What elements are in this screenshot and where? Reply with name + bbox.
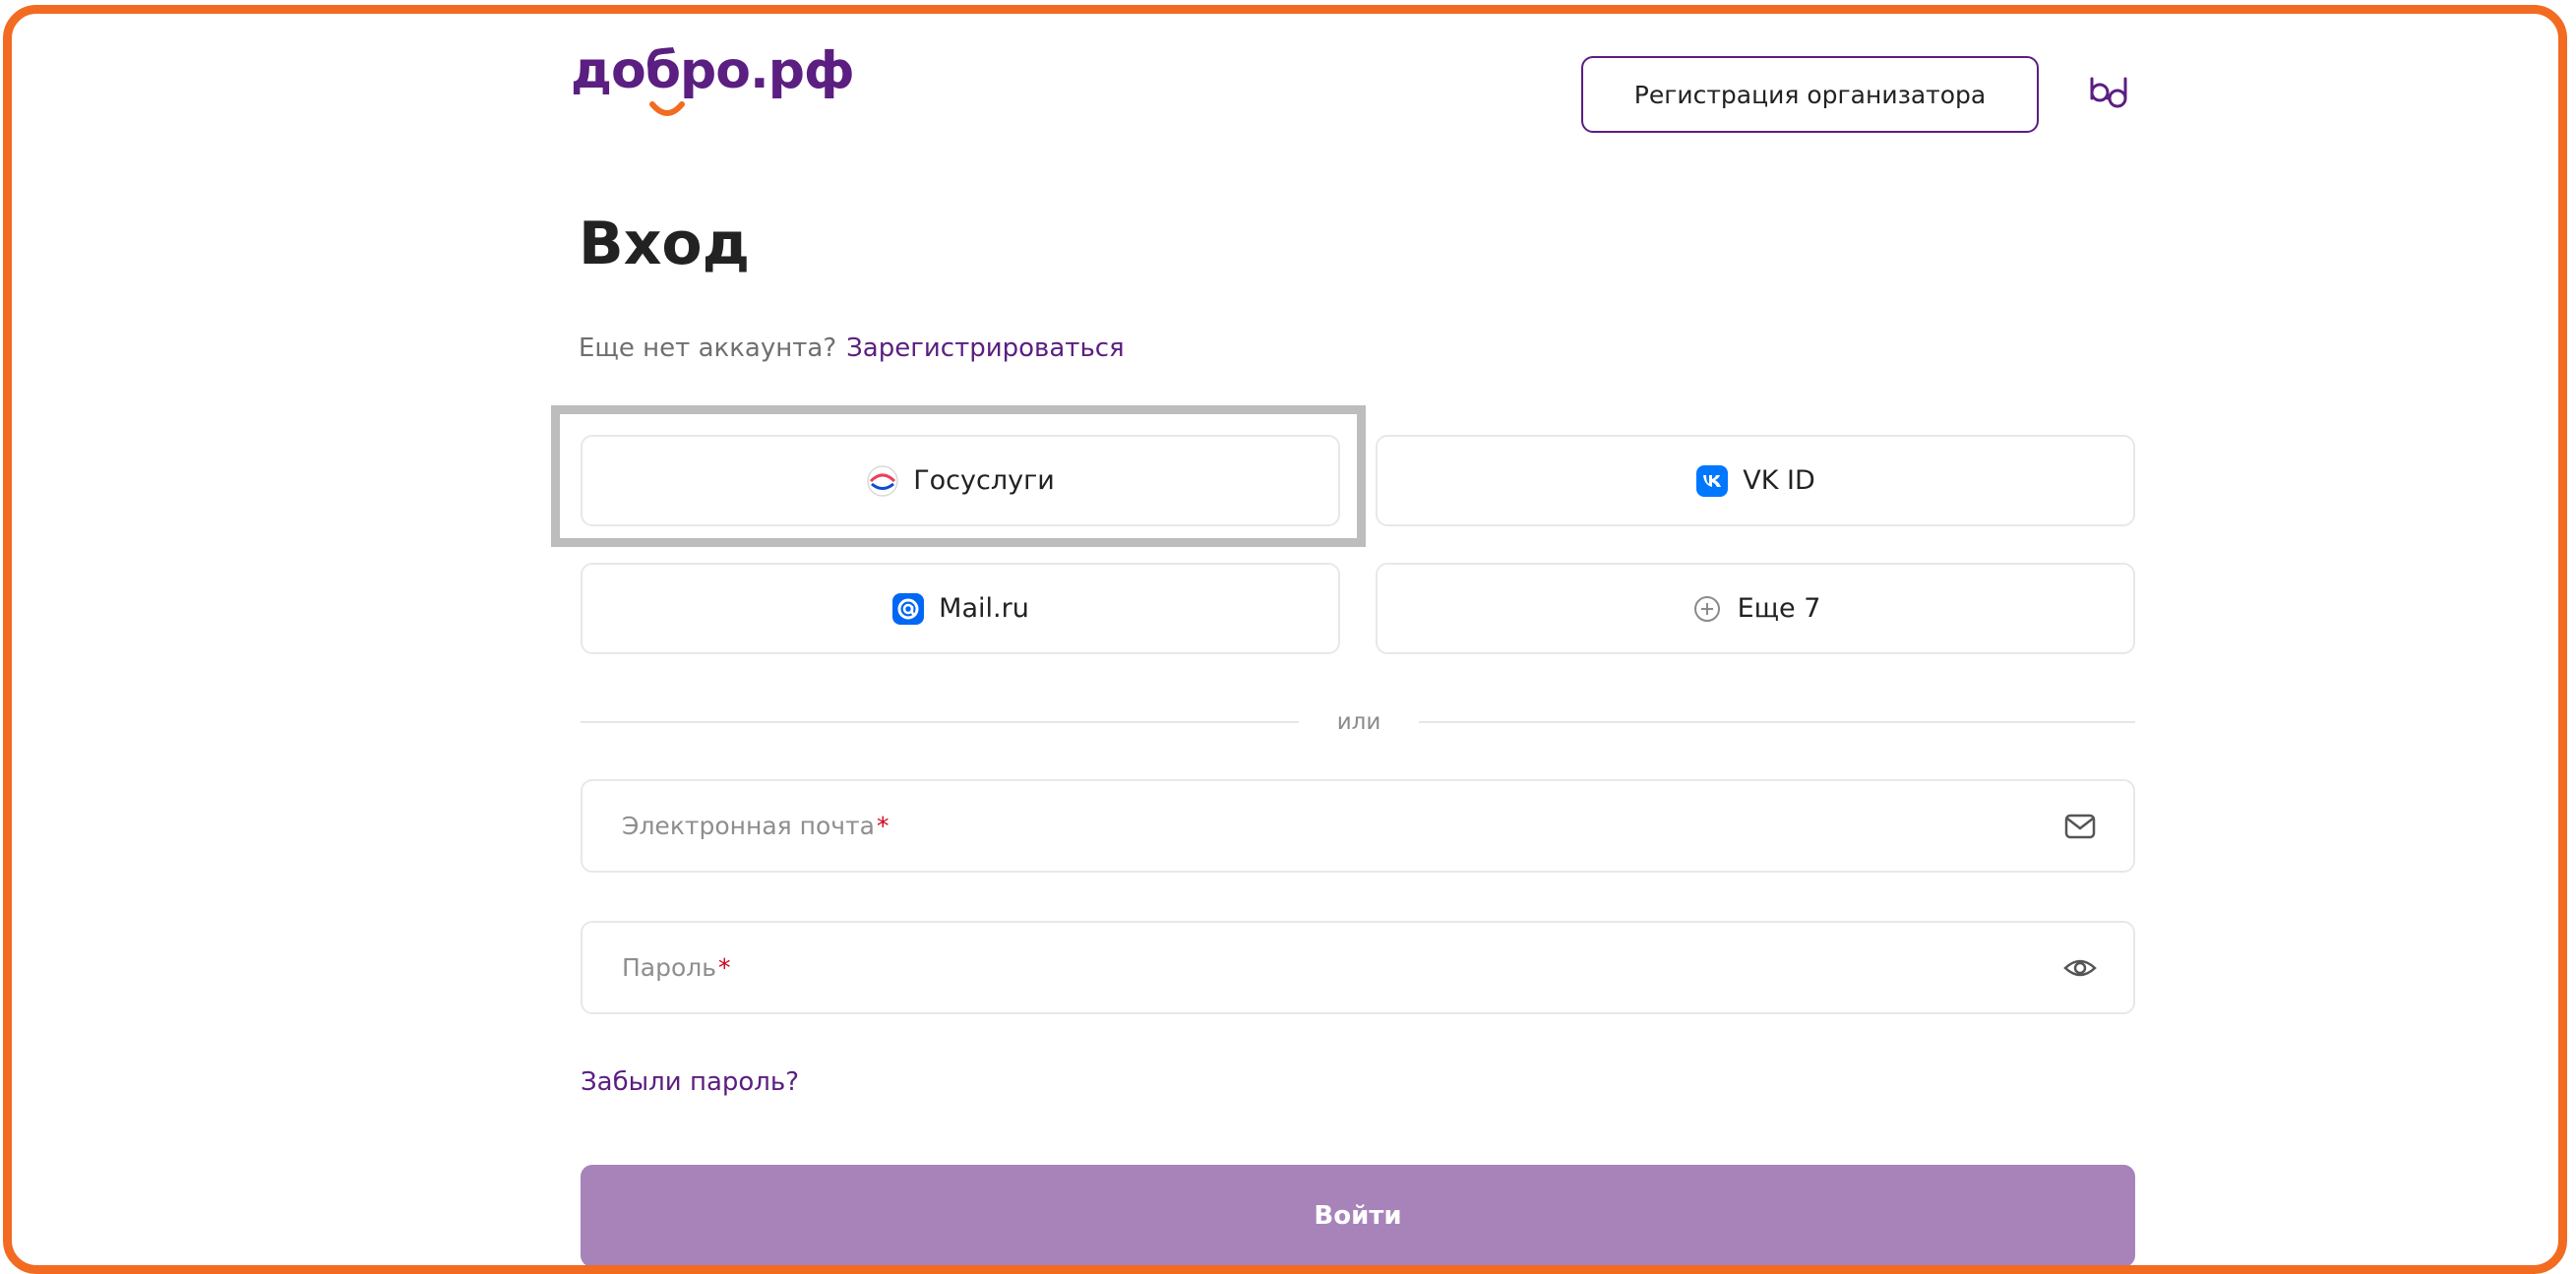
eye-icon[interactable] [2062,950,2098,986]
more-logins-label: Еще 7 [1737,593,1821,624]
page-frame: добро.рф Регистрация организатора Вход Е… [3,5,2567,1274]
forgot-password-link[interactable]: Забыли пароль? [581,1064,799,1100]
vk-icon [1696,464,1729,497]
required-mark: * [876,812,889,840]
organizer-registration-button[interactable]: Регистрация организатора [1581,56,2039,133]
mailru-label: Mail.ru [939,593,1029,624]
login-submit-button[interactable]: Войти [581,1165,2135,1265]
password-field[interactable]: Пароль* [581,921,2135,1014]
logo[interactable]: добро.рф [571,41,855,100]
or-divider: или [581,705,2135,739]
mailru-icon [892,592,925,625]
divider-line-right [1419,721,2135,723]
signup-link[interactable]: Зарегистрироваться [846,334,1125,363]
vkid-label: VK ID [1743,465,1815,496]
gosuslugi-icon [867,464,898,497]
more-logins-button[interactable]: Еще 7 [1376,563,2135,654]
gosuslugi-label: Госуслуги [913,465,1055,496]
divider-line-left [581,721,1299,723]
plus-circle-icon [1693,595,1720,622]
signup-prompt-text: Еще нет аккаунта? [579,334,837,363]
password-placeholder: Пароль* [622,953,731,982]
gosuslugi-login-button[interactable]: Госуслуги [581,435,1340,526]
signup-prompt-row: Еще нет аккаунта? Зарегистрироваться [579,331,1125,366]
required-mark: * [718,953,731,982]
vkid-login-button[interactable]: VK ID [1376,435,2135,526]
page-title: Вход [579,210,751,278]
mailru-login-button[interactable]: Mail.ru [581,563,1340,654]
glasses-icon[interactable] [2090,77,2127,108]
logo-smile-icon [649,101,685,116]
divider-text: или [1336,709,1381,735]
email-placeholder: Электронная почта* [622,812,889,840]
envelope-icon [2064,814,2096,839]
email-field[interactable]: Электронная почта* [581,779,2135,873]
